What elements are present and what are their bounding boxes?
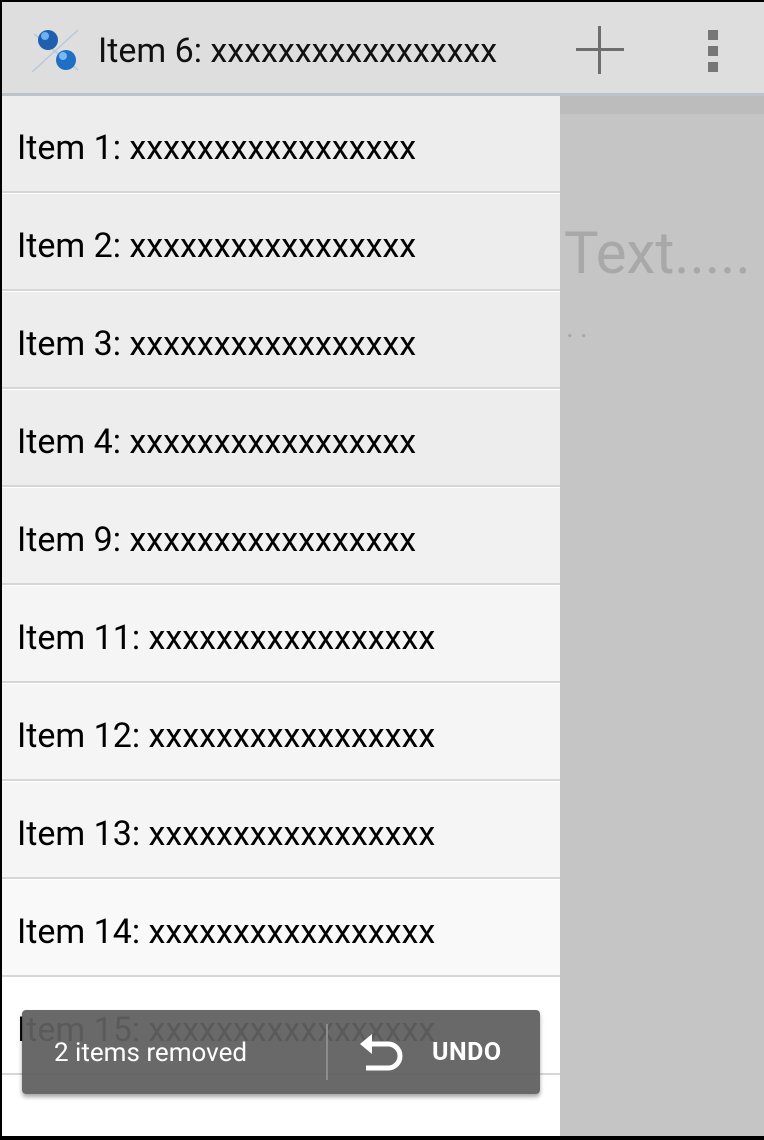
detail-shadow (560, 96, 764, 114)
add-button[interactable] (570, 20, 630, 80)
list-item[interactable]: Item 14: xxxxxxxxxxxxxxxxx (2, 880, 560, 977)
list-item-label: Item 12: xxxxxxxxxxxxxxxxx (17, 716, 436, 756)
undo-icon (360, 1034, 403, 1071)
list-item-label: Item 13: xxxxxxxxxxxxxxxxx (17, 814, 436, 854)
list-item[interactable]: Item 3: xxxxxxxxxxxxxxxxx (2, 292, 560, 389)
pushpin-icon[interactable] (28, 24, 84, 76)
list-item[interactable]: Item 12: xxxxxxxxxxxxxxxxx (2, 684, 560, 781)
list-item-label: Item 4: xxxxxxxxxxxxxxxxx (17, 422, 417, 462)
list-item[interactable]: Item 4: xxxxxxxxxxxxxxxxx (2, 390, 560, 487)
undo-button[interactable]: UNDO (342, 1010, 540, 1094)
undo-button-label: UNDO (432, 1038, 502, 1067)
list-item[interactable]: Item 2: xxxxxxxxxxxxxxxxx (2, 194, 560, 291)
screen: Item 6: xxxxxxxxxxxxxxxxx Text..... .. I… (2, 2, 764, 1136)
overflow-menu-icon (708, 30, 718, 72)
list-item-label: Item 11: xxxxxxxxxxxxxxxxx (17, 618, 436, 658)
action-bar: Item 6: xxxxxxxxxxxxxxxxx (2, 2, 764, 96)
list-item-label: Item 9: xxxxxxxxxxxxxxxxx (17, 520, 417, 560)
detail-pane: Text..... .. (560, 96, 764, 1136)
item-list: Item 1: xxxxxxxxxxxxxxxxx Item 2: xxxxxx… (2, 96, 560, 1136)
plus-icon (576, 26, 624, 74)
overflow-menu-button[interactable] (694, 22, 734, 78)
list-item-label: Item 2: xxxxxxxxxxxxxxxxx (17, 226, 417, 266)
list-item-label: Item 3: xxxxxxxxxxxxxxxxx (17, 324, 417, 364)
list-item[interactable]: Item 1: xxxxxxxxxxxxxxxxx (2, 96, 560, 193)
undo-bar: 2 items removed UNDO (22, 1010, 540, 1094)
action-bar-title: Item 6: xxxxxxxxxxxxxxxxx (98, 31, 498, 71)
list-item[interactable]: Item 9: xxxxxxxxxxxxxxxxx (2, 488, 560, 585)
undo-message: 2 items removed (54, 1038, 248, 1068)
list-item-label: Item 14: xxxxxxxxxxxxxxxxx (17, 912, 436, 952)
list-item[interactable]: Item 13: xxxxxxxxxxxxxxxxx (2, 782, 560, 879)
list-item-label: Item 1: xxxxxxxxxxxxxxxxx (17, 128, 417, 168)
list-item[interactable]: Item 11: xxxxxxxxxxxxxxxxx (2, 586, 560, 683)
detail-text: Text..... (564, 220, 751, 288)
detail-dots: .. (566, 310, 594, 345)
undo-divider (326, 1024, 328, 1080)
